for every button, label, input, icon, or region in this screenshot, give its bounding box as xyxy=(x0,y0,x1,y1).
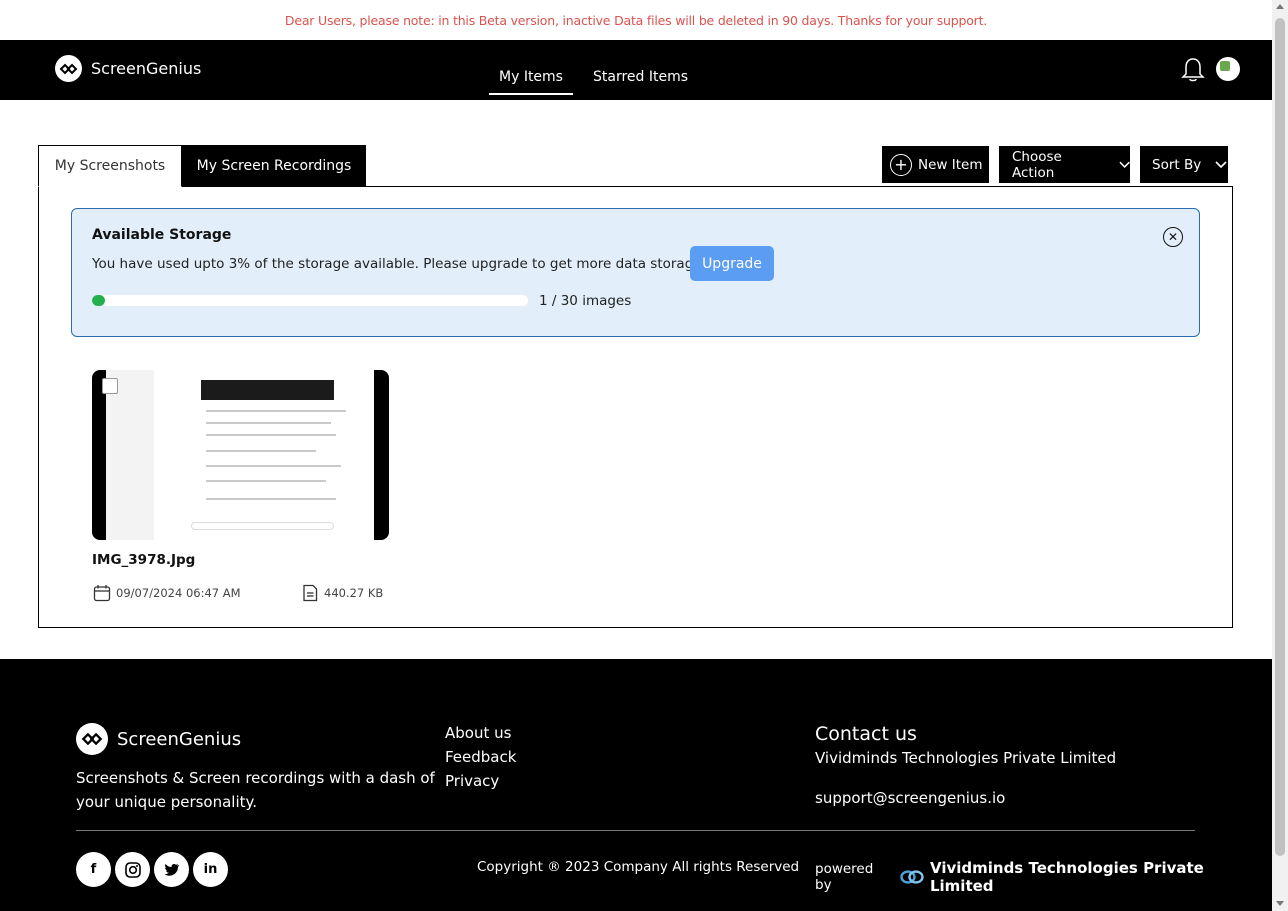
vividminds-logo-icon xyxy=(900,870,924,884)
linkedin-icon[interactable]: in xyxy=(193,852,228,887)
link-about-us[interactable]: About us xyxy=(445,723,516,743)
facebook-icon[interactable]: f xyxy=(76,852,111,887)
date-text: 09/07/2024 06:47 AM xyxy=(116,586,241,600)
scroll-down-arrow[interactable] xyxy=(1276,901,1284,906)
footer-divider xyxy=(76,830,1195,831)
storage-count: 1 / 30 images xyxy=(539,293,632,309)
powered-by-label: powered by xyxy=(815,861,874,893)
footer-tagline: Screenshots & Screen recordings with a d… xyxy=(76,769,435,811)
footer-links: About us Feedback Privacy xyxy=(445,723,516,791)
link-privacy[interactable]: Privacy xyxy=(445,771,516,791)
file-date: 09/07/2024 06:47 AM xyxy=(93,584,241,602)
close-icon[interactable]: ✕ xyxy=(1163,227,1183,247)
storage-progress-fill xyxy=(92,295,106,306)
sort-by-dropdown[interactable]: Sort By xyxy=(1140,146,1228,183)
tab-my-items[interactable]: My Items xyxy=(489,45,573,95)
storage-title: Available Storage xyxy=(92,227,232,243)
storage-message: You have used upto 3% of the storage ava… xyxy=(92,256,706,272)
chevron-down-icon xyxy=(1215,160,1227,168)
logo-icon xyxy=(76,723,108,755)
link-feedback[interactable]: Feedback xyxy=(445,747,516,767)
tab-starred-items[interactable]: Starred Items xyxy=(583,45,698,95)
sort-by-label: Sort By xyxy=(1152,156,1202,173)
choose-action-label: Choose Action xyxy=(1012,148,1062,181)
brand-logo[interactable]: ScreenGenius xyxy=(55,55,201,82)
upgrade-button[interactable]: Upgrade xyxy=(690,246,774,281)
chevron-down-icon xyxy=(1119,161,1130,168)
screenshot-preview xyxy=(106,370,374,540)
preview-line xyxy=(206,434,336,436)
choose-action-dropdown[interactable]: Choose Action xyxy=(999,146,1130,183)
preview-line xyxy=(206,465,341,467)
social-links: f in xyxy=(76,852,228,887)
preview-line xyxy=(206,450,316,452)
main-nav: My Items Starred Items xyxy=(489,40,698,100)
scroll-up-arrow[interactable] xyxy=(1276,4,1284,9)
contact-title: Contact us xyxy=(815,723,917,745)
twitter-icon[interactable] xyxy=(154,852,189,887)
tab-my-screen-recordings[interactable]: My Screen Recordings xyxy=(182,145,366,187)
screenshot-thumbnail[interactable] xyxy=(92,370,389,540)
top-navbar: ScreenGenius My Items Starred Items xyxy=(0,40,1272,100)
scrollbar-thumb[interactable] xyxy=(1275,18,1285,856)
file-icon xyxy=(303,584,318,602)
footer: ScreenGenius Screenshots & Screen record… xyxy=(0,659,1272,911)
user-avatar[interactable] xyxy=(1216,57,1240,81)
preview-code-block xyxy=(201,380,334,400)
storage-progress-bar xyxy=(92,295,528,306)
calendar-icon xyxy=(93,585,111,602)
bell-icon[interactable] xyxy=(1181,56,1205,87)
contact-email[interactable]: support@screengenius.io xyxy=(815,789,1005,807)
footer-brand-name: ScreenGenius xyxy=(117,728,242,750)
page-scrollbar[interactable] xyxy=(1272,0,1288,911)
new-item-label: New Item xyxy=(918,156,983,173)
instagram-icon[interactable] xyxy=(115,852,150,887)
logo-icon xyxy=(55,55,82,82)
size-text: 440.27 KB xyxy=(324,586,384,600)
footer-brand-logo[interactable]: ScreenGenius xyxy=(76,723,241,755)
copyright-text: Copyright ® 2023 Company All rights Rese… xyxy=(477,859,800,875)
file-name[interactable]: IMG_3978.Jpg xyxy=(92,552,195,568)
tab-my-screenshots[interactable]: My Screenshots xyxy=(38,145,182,187)
preview-line xyxy=(206,498,336,500)
storage-banner: Available Storage You have used upto 3% … xyxy=(71,208,1200,337)
beta-notice: Dear Users, please note: in this Beta ve… xyxy=(284,12,988,28)
contact-company: Vividminds Technologies Private Limited xyxy=(815,749,1117,767)
powered-by-company: Vividminds Technologies Private Limited xyxy=(929,859,1204,895)
preview-line xyxy=(206,422,331,424)
preview-sidebar xyxy=(106,370,154,540)
preview-line xyxy=(206,480,326,482)
file-size: 440.27 KB xyxy=(301,584,383,602)
new-item-button[interactable]: + New Item xyxy=(882,146,989,183)
preview-input xyxy=(191,522,334,530)
plus-icon: + xyxy=(890,153,912,176)
preview-line xyxy=(206,410,346,412)
powered-by: powered by Vividminds Technologies Priva… xyxy=(815,859,1272,895)
select-checkbox[interactable] xyxy=(102,378,118,394)
brand-name: ScreenGenius xyxy=(91,59,202,78)
